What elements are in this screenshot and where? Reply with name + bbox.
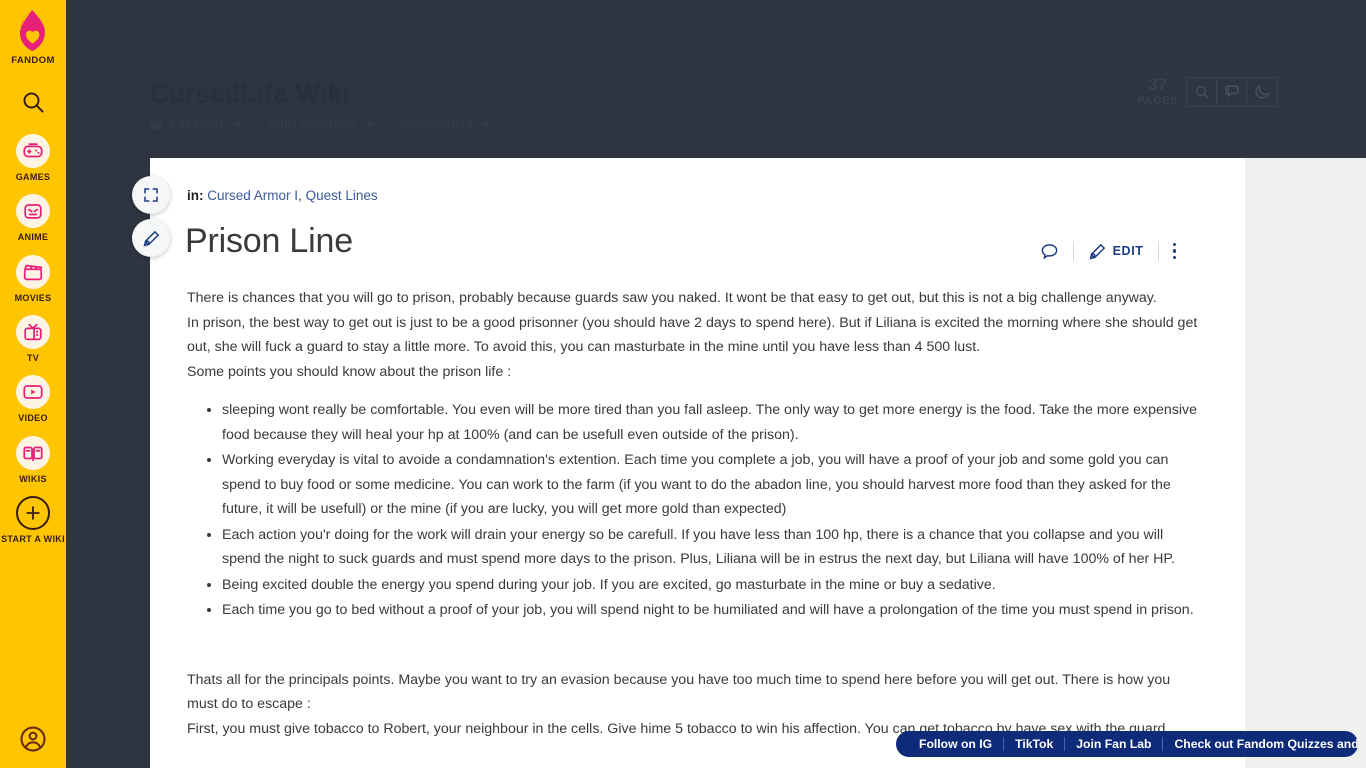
rail-item-wikis[interactable]: WIKIS [0, 435, 66, 484]
breadcrumb-link-1[interactable]: Cursed Armor I [207, 188, 298, 203]
clapperboard-icon [23, 264, 43, 280]
breadcrumb: in: Cursed Armor I, Quest Lines [187, 188, 378, 203]
discussions-icon [1224, 84, 1238, 98]
nav-item-wiki-content[interactable]: WIKI CONTENT [269, 119, 375, 131]
user-account-icon [20, 726, 46, 752]
search-icon [23, 92, 44, 113]
rail-item-games[interactable]: GAMES [0, 134, 66, 182]
fandom-logo-label: FANDOM [11, 55, 55, 66]
article-content-area: in: Cursed Armor I, Quest Lines Prison L… [150, 158, 1245, 768]
nav-item-explore[interactable]: EXPLORE [150, 119, 244, 131]
moon-icon [1255, 84, 1270, 99]
global-search-icon[interactable] [13, 82, 53, 122]
anime-face-icon [24, 204, 42, 220]
right-side-rail [1245, 158, 1366, 768]
breadcrumb-link-2[interactable]: Quest Lines [306, 188, 378, 203]
rail-item-video[interactable]: VIDEO [0, 375, 66, 423]
expand-fullscreen-icon [144, 188, 158, 202]
article-body: There is chances that you will go to pri… [187, 286, 1202, 741]
rail-bubble-movies [16, 254, 50, 289]
account-button[interactable] [0, 724, 66, 754]
rail-label-movies: MOVIES [14, 292, 52, 303]
nav-item-community[interactable]: COMMUNITY [401, 119, 491, 131]
video-play-icon [23, 385, 43, 400]
breadcrumb-separator: , [298, 188, 302, 203]
more-options-button[interactable] [1159, 238, 1191, 264]
chevron-down-icon [233, 122, 244, 128]
rail-item-start-a-wiki[interactable]: START A WIKI [0, 496, 66, 544]
breadcrumb-prefix: in: [187, 188, 204, 203]
fandom-logo[interactable]: FANDOM [11, 10, 55, 66]
promo-link-instagram[interactable]: Follow on IG [908, 737, 1005, 751]
paragraph-2: In prison, the best way to get out is ju… [187, 314, 1198, 356]
page-root: FANDOM GAMES ANIME MOVIES TV VIDEO WIKIS… [0, 0, 1366, 768]
rail-bubble-start-a-wiki [16, 496, 50, 531]
edit-button[interactable]: EDIT [1074, 238, 1158, 264]
global-navigation-rail: FANDOM GAMES ANIME MOVIES TV VIDEO WIKIS… [0, 0, 66, 768]
list-item: Each time you go to bed without a proof … [222, 598, 1202, 623]
promo-link-quizzes[interactable]: Check out Fandom Quizzes and cha [1163, 737, 1358, 751]
more-vertical-dots-icon [1172, 242, 1176, 260]
explore-ghost-icon [150, 120, 163, 130]
chevron-down-icon [364, 122, 375, 128]
promo-link-fan-lab[interactable]: Join Fan Lab [1065, 737, 1164, 751]
search-icon [1195, 85, 1209, 99]
prison-tips-list: sleeping wont really be comfortable. You… [187, 398, 1202, 623]
rail-bubble-wikis [16, 435, 50, 470]
rail-bubble-video [16, 375, 50, 410]
open-book-icon [23, 446, 43, 461]
rail-item-tv[interactable]: TV [0, 315, 66, 363]
rail-bubble-anime [16, 194, 50, 229]
header-search-button[interactable] [1187, 77, 1217, 106]
header-dark-mode-button[interactable] [1247, 78, 1277, 106]
rail-label-tv: TV [26, 353, 40, 364]
floating-action-buttons [132, 176, 170, 257]
comment-bubble-icon [1041, 243, 1058, 259]
rail-item-anime[interactable]: ANIME [0, 194, 66, 242]
list-item: sleeping wont really be comfortable. You… [222, 398, 1202, 447]
rail-bubble-tv [16, 315, 50, 350]
pages-count-value: 37 [1148, 75, 1168, 94]
plus-icon [26, 506, 40, 520]
edit-label: EDIT [1112, 244, 1144, 258]
promo-banner: Follow on IG TikTok Join Fan Lab Check o… [896, 731, 1358, 757]
rail-label-anime: ANIME [17, 232, 49, 243]
paragraph-3: Some points you should know about the pr… [187, 363, 512, 380]
rail-item-movies[interactable]: MOVIES [0, 254, 66, 303]
wiki-header: CursedLife Wiki EXPLORE WIKI CONTENT COM… [66, 0, 1366, 158]
paragraph-1: There is chances that you will go to pri… [187, 290, 1157, 306]
page-action-bar: EDIT [1026, 238, 1190, 264]
comment-button[interactable] [1026, 238, 1073, 264]
rail-label-start-a-wiki: START A WIKI [1, 534, 65, 545]
rail-bubble-games [16, 134, 50, 168]
fandom-flame-heart-icon [19, 10, 45, 51]
nav-label-wiki-content: WIKI CONTENT [269, 119, 359, 131]
list-item: Working everyday is vital to avoide a co… [222, 448, 1202, 522]
header-right-controls: 37 PAGES [1137, 76, 1278, 107]
nav-label-community: COMMUNITY [400, 119, 475, 131]
list-item: Each action you'r doing for the work wil… [222, 523, 1202, 572]
header-discussions-button[interactable] [1217, 77, 1247, 106]
rail-label-wikis: WIKIS [19, 473, 47, 484]
promo-link-tiktok[interactable]: TikTok [1004, 737, 1066, 751]
header-icon-group [1186, 76, 1278, 107]
rail-label-games: GAMES [15, 172, 51, 182]
chevron-down-icon [480, 122, 491, 128]
television-icon [24, 323, 42, 341]
rail-label-video: VIDEO [18, 413, 48, 424]
expand-button[interactable] [132, 176, 170, 214]
pencil-edit-icon [143, 230, 159, 246]
quick-edit-button[interactable] [132, 219, 170, 257]
paragraph-4: Thats all for the principals points. May… [187, 671, 1171, 713]
wiki-navigation: EXPLORE WIKI CONTENT COMMUNITY [150, 119, 491, 131]
wiki-title[interactable]: CursedLife Wiki [150, 78, 349, 109]
nav-label-explore: EXPLORE [170, 119, 228, 131]
list-item: Being excited double the energy you spen… [222, 573, 1202, 598]
pages-counter: 37 PAGES [1137, 76, 1178, 107]
page-title: Prison Line [185, 222, 353, 260]
pages-count-label: PAGES [1137, 95, 1178, 107]
gamepad-icon [23, 143, 43, 158]
pencil-edit-icon [1089, 243, 1105, 259]
